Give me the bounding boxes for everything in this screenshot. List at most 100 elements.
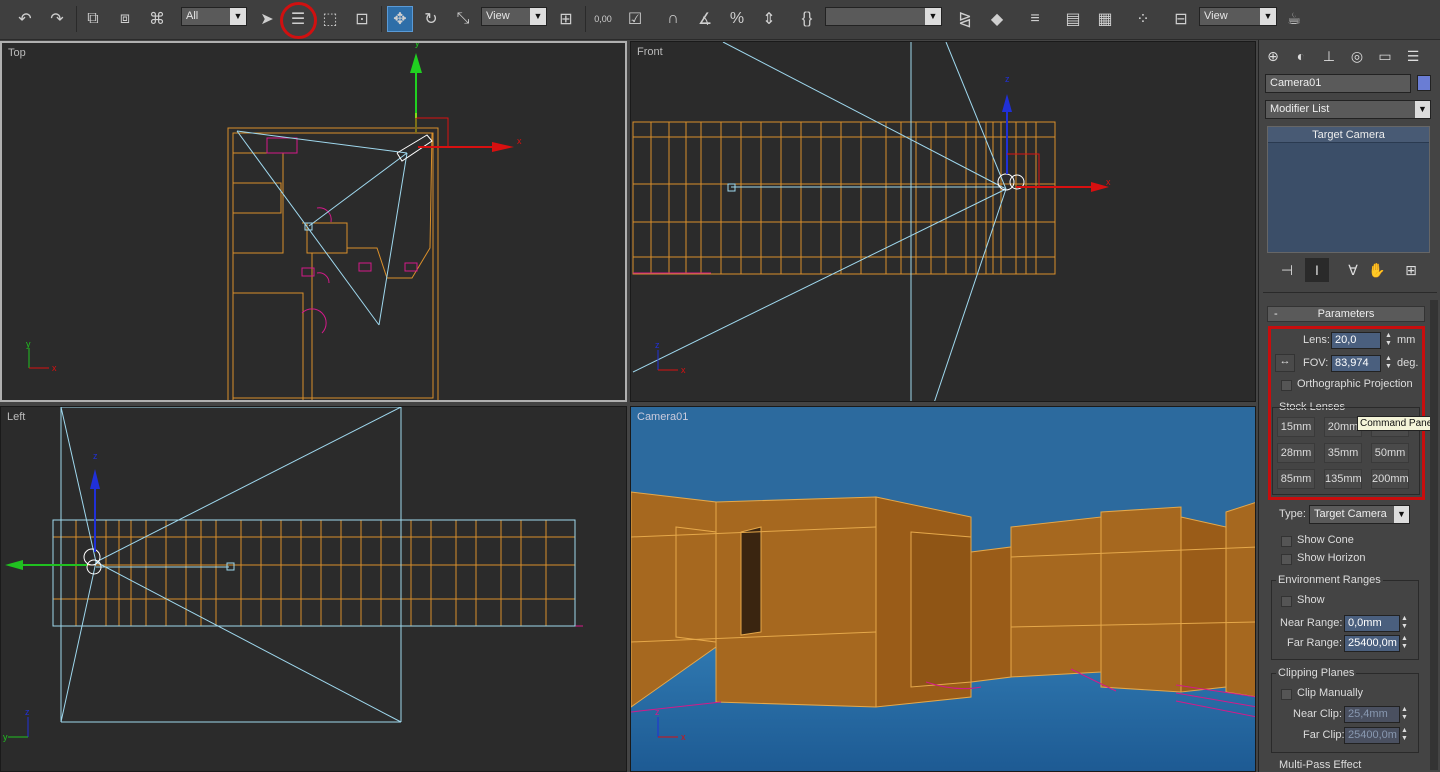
camera-type-value: Target Camera [1314, 508, 1387, 520]
near-range-spinner[interactable]: 0,0mm [1344, 615, 1400, 632]
modifier-list-dropdown[interactable]: Modifier List ▼ [1265, 100, 1431, 119]
highlight-circle [280, 2, 317, 39]
env-show-checkbox[interactable] [1281, 596, 1292, 607]
curve-editor-icon[interactable]: ▤ [1060, 6, 1086, 32]
svg-text:y: y [26, 339, 31, 349]
near-clip-arrows[interactable]: ▲ ▼ [1400, 706, 1409, 723]
viewport-camera01[interactable]: Camera01 z x [630, 406, 1256, 772]
rollout-title: Parameters [1317, 308, 1375, 320]
clipping-planes-label: Clipping Planes [1276, 667, 1357, 679]
camera-view-render: z x [631, 491, 1255, 771]
make-unique-icon[interactable]: ∀ [1341, 258, 1365, 282]
environment-ranges-label: Environment Ranges [1276, 574, 1383, 586]
far-clip-arrows[interactable]: ▲ ▼ [1400, 727, 1409, 744]
edit-named-selections-icon[interactable]: {} [794, 6, 820, 32]
material-editor-icon[interactable]: ⁘ [1130, 6, 1156, 32]
redo-icon[interactable]: ↷ [44, 6, 70, 32]
command-panel-tooltip: Command Panel [1357, 416, 1438, 431]
far-clip-spinner[interactable]: 25400,0m [1344, 727, 1400, 744]
align-icon[interactable]: ◆ [984, 6, 1010, 32]
main-toolbar: ↶ ↷ ⧉ ⧈ ⌘ All ▼ ➤ ☰ ⬚ ⊡ ✥ ↻ ⤡ View ▼ ⊞ 0… [0, 0, 1440, 40]
left-view-drawing: z z y [3, 407, 583, 742]
render-setup-icon[interactable]: ⊟ [1168, 6, 1194, 32]
select-and-link-icon[interactable]: ⧉ [80, 6, 106, 32]
show-horizon-checkbox[interactable] [1281, 554, 1292, 565]
far-range-arrows[interactable]: ▲ ▼ [1400, 635, 1409, 652]
stack-item[interactable]: Target Camera [1268, 127, 1429, 143]
pin-stack-icon[interactable]: ⊣ [1275, 258, 1299, 282]
near-range-label: Near Range: [1280, 617, 1343, 629]
mirror-icon[interactable]: ⧎ [952, 6, 978, 32]
parameters-rollout-header[interactable]: - Parameters [1267, 306, 1425, 322]
toolbar-separator [76, 6, 77, 32]
angle-snap-icon[interactable]: ∡ [692, 6, 718, 32]
chevron-down-icon: ▼ [1394, 506, 1409, 523]
rectangular-selection-icon[interactable]: ⬚ [317, 6, 343, 32]
camera-type-dropdown[interactable]: Target Camera ▼ [1309, 505, 1410, 524]
modifier-stack[interactable]: Target Camera [1267, 126, 1430, 253]
create-tab-icon[interactable]: ⊕ [1261, 44, 1285, 68]
layer-manager-icon[interactable]: ≡ [1022, 6, 1048, 32]
undo-icon[interactable]: ↶ [12, 6, 38, 32]
select-and-move-icon[interactable]: ✥ [387, 6, 413, 32]
chevron-down-icon: ▼ [925, 8, 941, 25]
utilities-tab-icon[interactable]: ☰ [1401, 44, 1425, 68]
schematic-view-icon[interactable]: ▦ [1092, 6, 1118, 32]
select-and-rotate-icon[interactable]: ↻ [418, 6, 444, 32]
near-range-arrows[interactable]: ▲ ▼ [1400, 615, 1409, 632]
shortcut-value: 0,00 [594, 14, 612, 24]
viewport-top[interactable]: Top y x y x [0, 41, 627, 402]
select-and-scale-icon[interactable]: ⤡ [450, 6, 476, 32]
show-horizon-label: Show Horizon [1297, 552, 1366, 564]
configure-modifier-sets-icon[interactable]: ⊞ [1399, 258, 1423, 282]
motion-tab-icon[interactable]: ◎ [1345, 44, 1369, 68]
svg-text:x: x [52, 363, 57, 373]
window-crossing-icon[interactable]: ⊡ [349, 6, 375, 32]
viewport-front[interactable]: Front z x z x [630, 41, 1256, 402]
multipass-effect-label: Multi-Pass Effect [1279, 759, 1362, 771]
named-selection-sets-dropdown[interactable]: ▼ [825, 7, 942, 26]
remove-modifier-icon[interactable]: ✋ [1365, 258, 1389, 282]
svg-text:x: x [1106, 177, 1111, 187]
far-range-label: Far Range: [1287, 637, 1343, 649]
chevron-down-icon: ▼ [230, 8, 246, 25]
selection-filter-dropdown[interactable]: All ▼ [181, 7, 247, 26]
env-show-label: Show [1297, 594, 1325, 606]
pivot-center-icon[interactable]: ⊞ [553, 6, 579, 32]
render-production-icon[interactable]: ☕ [1281, 6, 1307, 32]
spinner-snap-icon[interactable]: ⇕ [756, 6, 782, 32]
chevron-down-icon: ▼ [1415, 101, 1430, 118]
unlink-selection-icon[interactable]: ⧈ [112, 6, 138, 32]
display-tab-icon[interactable]: ▭ [1373, 44, 1397, 68]
toolbar-separator [585, 6, 586, 32]
keyboard-shortcut-override-icon[interactable]: 0,00 [590, 6, 616, 32]
top-view-drawing: y x y x [26, 43, 522, 400]
reference-coordinate-dropdown[interactable]: View ▼ [481, 7, 547, 26]
near-clip-spinner[interactable]: 25,4mm [1344, 706, 1400, 723]
clip-manually-checkbox[interactable] [1281, 689, 1292, 700]
hierarchy-tab-icon[interactable]: ⊥ [1317, 44, 1341, 68]
viewport-left[interactable]: Left z z y [0, 406, 627, 772]
render-view-dropdown[interactable]: View ▼ [1199, 7, 1277, 26]
show-end-result-icon[interactable]: I [1305, 258, 1329, 282]
highlight-rectangle [1268, 326, 1425, 500]
object-name-field[interactable]: Camera01 [1265, 74, 1411, 93]
collapse-toggle: - [1274, 308, 1278, 320]
percent-snap-icon[interactable]: % [724, 6, 750, 32]
select-object-icon[interactable]: ➤ [254, 6, 280, 32]
svg-text:x: x [681, 365, 686, 375]
toggle-icon[interactable]: ☑ [622, 6, 648, 32]
chevron-down-icon: ▼ [1260, 8, 1276, 25]
far-clip-label: Far Clip: [1303, 729, 1345, 741]
object-color-swatch[interactable] [1417, 75, 1431, 91]
toolbar-separator [381, 6, 382, 32]
svg-text:x: x [517, 136, 522, 146]
modify-tab-icon[interactable]: ◐ [1289, 44, 1313, 68]
modifier-list-label: Modifier List [1270, 103, 1330, 115]
command-panel-scrollbar[interactable] [1430, 300, 1438, 770]
far-range-spinner[interactable]: 25400,0m [1344, 635, 1400, 652]
snaps-toggle-icon[interactable]: ∩ [660, 6, 686, 32]
svg-text:x: x [681, 732, 686, 742]
show-cone-checkbox[interactable] [1281, 536, 1292, 547]
bind-to-space-warp-icon[interactable]: ⌘ [144, 6, 170, 32]
